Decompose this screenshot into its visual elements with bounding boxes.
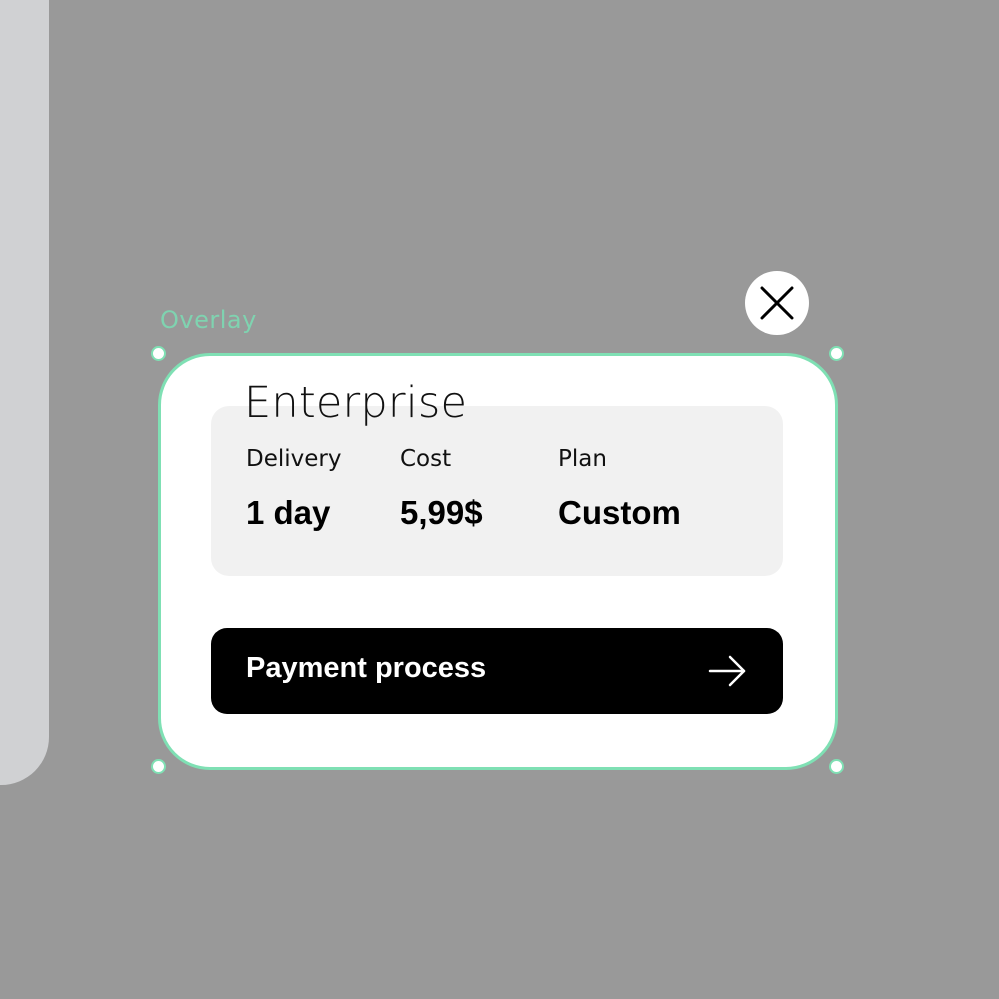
cost-value: 5,99$ [400, 494, 483, 531]
plan-details-panel [211, 406, 783, 576]
layer-label[interactable]: Overlay [160, 306, 257, 334]
close-button[interactable] [745, 271, 809, 335]
payment-process-label: Payment process [246, 652, 487, 684]
selection-handle-top-right[interactable] [829, 346, 844, 361]
close-icon [760, 286, 794, 320]
cost-label: Cost [400, 446, 452, 472]
side-panel [0, 0, 49, 785]
plan-label: Plan [558, 446, 607, 472]
delivery-value: 1 day [246, 494, 331, 531]
design-canvas: Overlay Enterprise Delivery Cost Plan 1 … [0, 0, 999, 999]
payment-process-button[interactable]: Payment process [211, 628, 783, 714]
arrow-right-icon [708, 655, 746, 687]
delivery-label: Delivery [246, 446, 342, 472]
selection-handle-bottom-left[interactable] [151, 759, 166, 774]
selection-handle-top-left[interactable] [151, 346, 166, 361]
selection-handle-bottom-right[interactable] [829, 759, 844, 774]
plan-title: Enterprise [244, 378, 468, 428]
plan-value: Custom [558, 494, 681, 531]
